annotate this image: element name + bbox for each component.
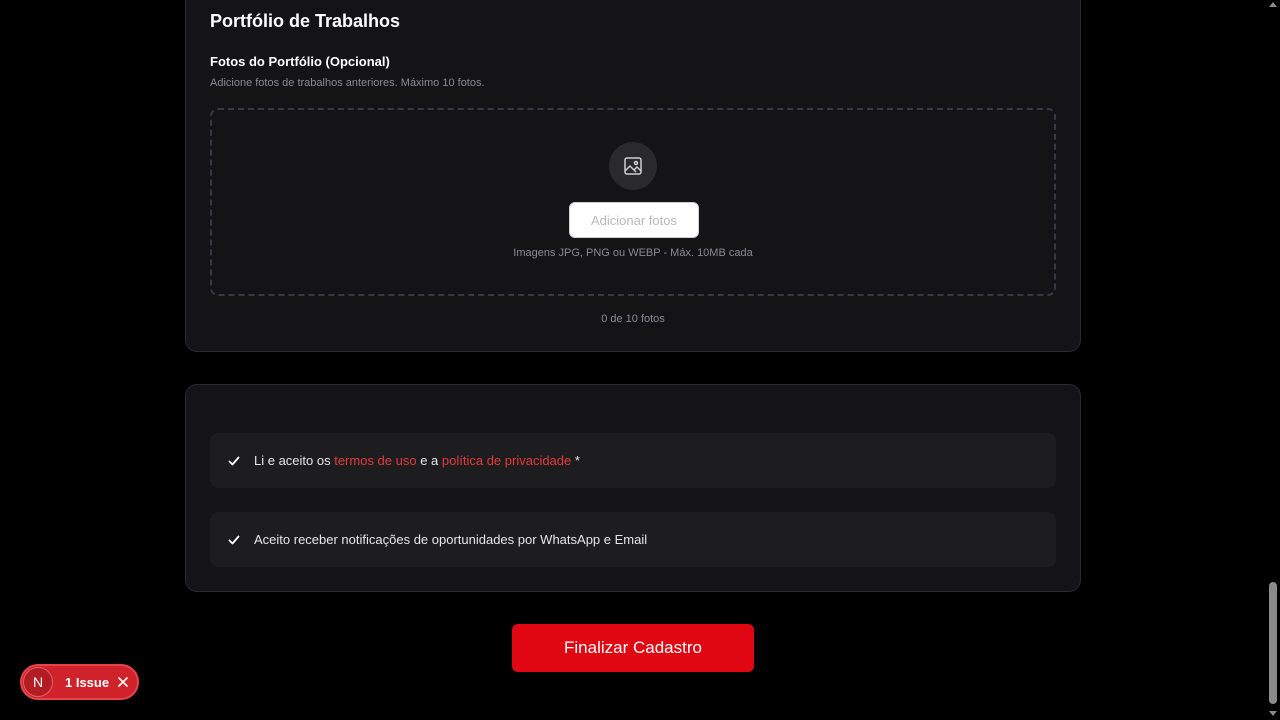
notifications-label: Aceito receber notificações de oportunid…: [254, 532, 648, 547]
scroll-up-arrow-icon[interactable]: [1269, 2, 1277, 7]
terms-of-use-link[interactable]: termos de uso: [334, 453, 416, 468]
terms-label: Li e aceito os termos de uso e a polític…: [254, 453, 580, 468]
close-icon[interactable]: [117, 676, 129, 688]
nextjs-logo-icon: N: [23, 667, 53, 697]
finish-registration-button[interactable]: Finalizar Cadastro: [512, 624, 754, 672]
photos-label: Fotos do Portfólio (Opcional): [210, 54, 390, 69]
terms-card: Li e aceito os termos de uso e a polític…: [185, 384, 1081, 592]
photo-count: 0 de 10 fotos: [601, 313, 665, 325]
terms-checkbox-row[interactable]: Li e aceito os termos de uso e a polític…: [210, 433, 1056, 488]
issues-count[interactable]: 1 Issue: [65, 675, 109, 690]
check-icon[interactable]: [226, 532, 242, 548]
notifications-checkbox-row[interactable]: Aceito receber notificações de oportunid…: [210, 512, 1056, 567]
file-format-hint: Imagens JPG, PNG ou WEBP - Máx. 10MB cad…: [513, 247, 753, 259]
add-photos-button[interactable]: Adicionar fotos: [569, 202, 699, 238]
privacy-policy-link[interactable]: política de privacidade: [442, 453, 571, 468]
required-marker: *: [571, 453, 580, 468]
page-scrollbar[interactable]: [1266, 0, 1280, 720]
photo-dropzone[interactable]: Adicionar fotos Imagens JPG, PNG ou WEBP…: [210, 108, 1056, 296]
check-icon[interactable]: [226, 453, 242, 469]
section-title: Portfólio de Trabalhos: [210, 11, 401, 31]
scroll-thumb[interactable]: [1269, 582, 1277, 704]
dev-issues-indicator[interactable]: N 1 Issue: [20, 664, 139, 700]
scroll-down-arrow-icon[interactable]: [1269, 711, 1277, 716]
portfolio-card: Portfólio de Trabalhos Fotos do Portfóli…: [185, 0, 1081, 352]
terms-prefix: Li e aceito os: [254, 453, 335, 468]
image-icon: [609, 142, 657, 190]
terms-middle: e a: [416, 453, 442, 468]
photos-help-text: Adicione fotos de trabalhos anteriores. …: [210, 77, 485, 89]
